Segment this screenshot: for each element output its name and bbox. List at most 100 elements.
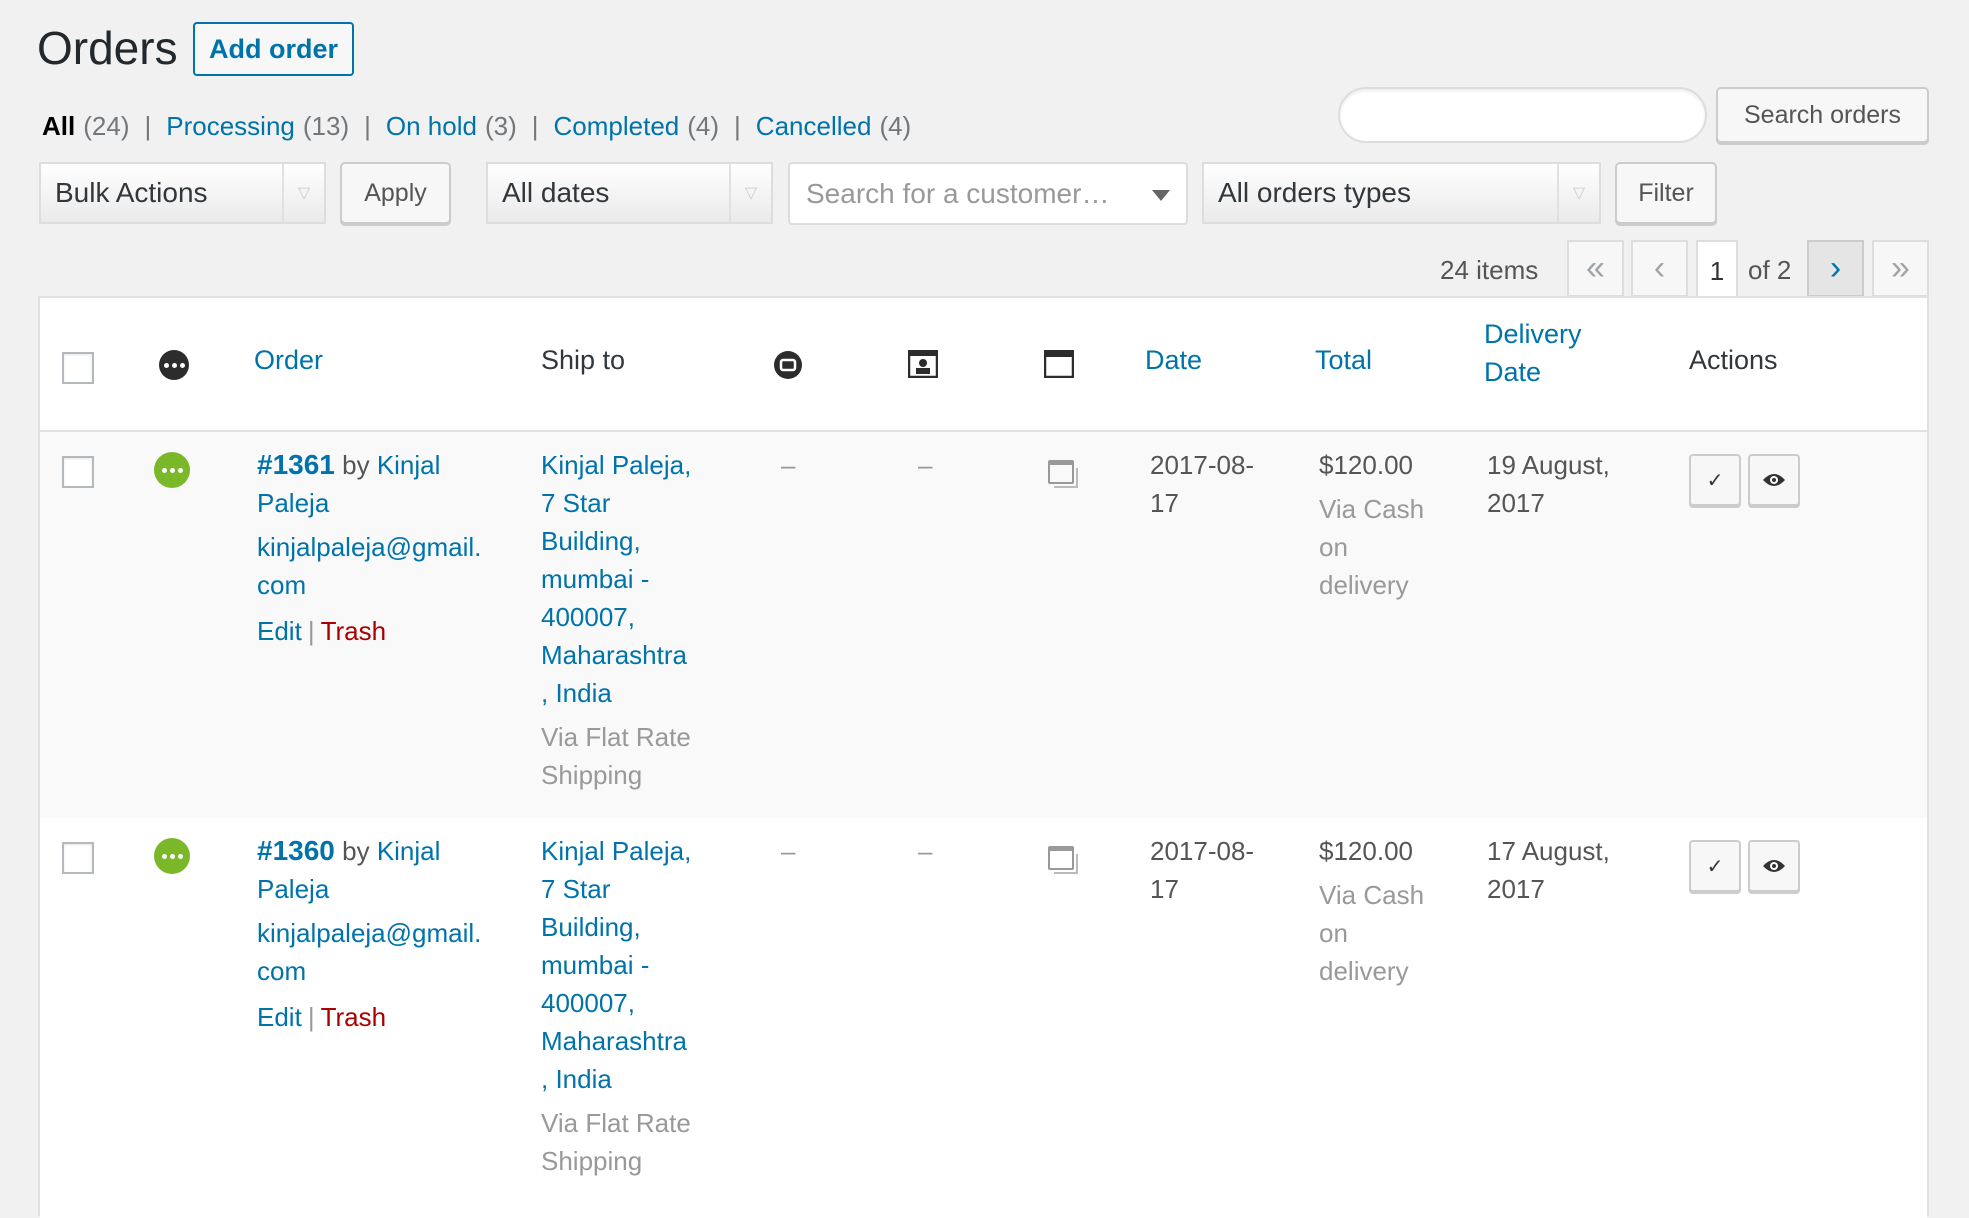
first-page-button[interactable]: « (1567, 240, 1624, 297)
address-line: mumbai - (541, 950, 650, 980)
order-total: $120.00 Via Cash on delivery (1319, 832, 1424, 990)
column-delivery-date[interactable]: Delivery Date (1484, 315, 1582, 391)
column-order[interactable]: Order (254, 341, 323, 379)
bulk-actions-select[interactable]: Bulk Actions ▽ (39, 162, 326, 224)
checkmark-icon: ✓ (1706, 855, 1724, 878)
customer-name-link[interactable]: Kinjal (377, 836, 441, 866)
address-line: Maharashtra (541, 640, 687, 670)
column-date[interactable]: Date (1145, 341, 1202, 379)
column-total[interactable]: Total (1315, 341, 1372, 379)
add-order-button[interactable]: Add order (193, 22, 354, 76)
complete-order-button[interactable]: ✓ (1689, 454, 1741, 506)
customer-name-link[interactable]: Paleja (257, 874, 329, 904)
delivery-line: 2017 (1487, 488, 1545, 518)
filter-on-hold[interactable]: On hold (386, 111, 477, 142)
payment-line: Via Cash (1319, 494, 1425, 524)
customer-email-link[interactable]: kinjalpaleja@gmail. (257, 532, 481, 562)
payment-line: Via Cash (1319, 880, 1425, 910)
status-processing-icon (154, 452, 190, 488)
edit-link[interactable]: Edit (257, 616, 302, 646)
select-all-checkbox[interactable] (62, 352, 94, 384)
customer-note-empty: – (918, 836, 933, 866)
filter-all[interactable]: All (42, 111, 75, 142)
trash-link[interactable]: Trash (321, 1002, 387, 1032)
order-cell: #1360 by Kinjal Paleja kinjalpaleja@gmai… (257, 832, 517, 1036)
filter-on-hold-count: (3) (484, 111, 517, 141)
row-checkbox[interactable] (62, 842, 94, 874)
payment-method: Via Cash on delivery (1319, 490, 1424, 604)
customer-note-empty: – (918, 450, 933, 480)
row-checkbox[interactable] (62, 456, 94, 488)
delivery-date: 17 August, 2017 (1487, 832, 1610, 908)
last-page-button[interactable]: » (1872, 240, 1929, 297)
eye-icon (1763, 474, 1785, 486)
filter-processing[interactable]: Processing (166, 111, 295, 142)
order-number-link[interactable]: #1360 (257, 835, 335, 866)
eye-icon (1763, 860, 1785, 872)
address-line: Maharashtra (541, 1026, 687, 1056)
order-by: by (342, 450, 370, 480)
separator: | (307, 616, 315, 646)
view-order-button[interactable] (1748, 840, 1800, 892)
edit-link[interactable]: Edit (257, 1002, 302, 1032)
bulk-actions-value: Bulk Actions (55, 177, 208, 208)
complete-order-button[interactable]: ✓ (1689, 840, 1741, 892)
date-line: 2017-08- (1150, 836, 1255, 866)
status-column-icon (159, 350, 189, 380)
total-amount: $120.00 (1319, 836, 1413, 866)
view-order-button[interactable] (1748, 454, 1800, 506)
ship-address-link[interactable]: Kinjal Paleja, 7 Star Building, mumbai -… (541, 446, 711, 712)
filter-all-count: (24) (83, 111, 130, 141)
payment-line: delivery (1319, 956, 1409, 986)
dates-select[interactable]: All dates ▽ (486, 162, 773, 224)
delivery-line: 17 August, (1487, 836, 1610, 866)
address-line: Building, (541, 526, 641, 556)
address-line: , India (541, 1064, 612, 1094)
trash-link[interactable]: Trash (321, 616, 387, 646)
date-line: 17 (1150, 488, 1179, 518)
status-processing-icon (154, 838, 190, 874)
filter-button[interactable]: Filter (1615, 162, 1717, 224)
order-types-select[interactable]: All orders types ▽ (1202, 162, 1601, 224)
address-line: , India (541, 678, 612, 708)
ship-address-link[interactable]: Kinjal Paleja, 7 Star Building, mumbai -… (541, 832, 711, 1098)
customer-email-link[interactable]: com (257, 570, 306, 600)
customer-search-select[interactable]: Search for a customer… (788, 162, 1188, 225)
search-orders-input[interactable] (1338, 87, 1707, 143)
customer-email-link[interactable]: com (257, 956, 306, 986)
shipping-method: Via Flat Rate Shipping (541, 1104, 711, 1180)
payment-line: on (1319, 918, 1348, 948)
customer-email-link[interactable]: kinjalpaleja@gmail. (257, 918, 481, 948)
search-orders-button[interactable]: Search orders (1716, 87, 1929, 143)
separator: | (364, 111, 371, 141)
billing-column-icon (774, 351, 802, 379)
items-count: 24 items (1440, 255, 1539, 285)
page-title: Orders (37, 22, 178, 74)
column-delivery-line1: Delivery (1484, 319, 1582, 349)
ship-to-cell: Kinjal Paleja, 7 Star Building, mumbai -… (541, 446, 711, 794)
prev-page-button[interactable]: ‹ (1631, 240, 1688, 297)
order-number-link[interactable]: #1361 (257, 449, 335, 480)
order-notes-icon[interactable] (1048, 846, 1078, 874)
customer-name-link[interactable]: Paleja (257, 488, 329, 518)
filter-completed[interactable]: Completed (554, 111, 680, 142)
filter-processing-count: (13) (302, 111, 350, 141)
customer-search-placeholder: Search for a customer… (806, 177, 1110, 209)
next-page-button[interactable]: › (1807, 240, 1864, 297)
current-page-input[interactable]: 1 (1696, 240, 1738, 302)
status-filters: All (24) | Processing (13) | On hold (3)… (42, 111, 911, 142)
table-row: #1361 by Kinjal Paleja kinjalpaleja@gmai… (40, 432, 1927, 818)
delivery-date: 19 August, 2017 (1487, 446, 1610, 522)
shipping-method-line: Via Flat Rate (541, 722, 691, 752)
filter-cancelled-count: (4) (879, 111, 912, 141)
address-line: mumbai - (541, 564, 650, 594)
apply-button[interactable]: Apply (340, 162, 451, 224)
customer-name-link[interactable]: Kinjal (377, 450, 441, 480)
order-notes-icon (1044, 350, 1074, 378)
billing-empty: – (781, 450, 796, 480)
order-notes-icon[interactable] (1048, 460, 1078, 488)
chevron-down-icon: ▽ (729, 164, 771, 222)
filter-cancelled[interactable]: Cancelled (756, 111, 872, 142)
dates-value: All dates (502, 177, 610, 208)
separator: | (734, 111, 741, 141)
